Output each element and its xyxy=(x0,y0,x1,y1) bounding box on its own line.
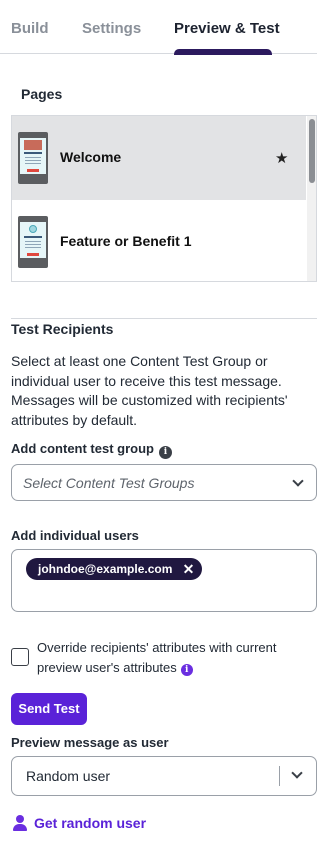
pages-scrollbar-thumb[interactable] xyxy=(309,119,315,183)
individual-users-label: Add individual users xyxy=(11,528,139,543)
close-icon[interactable]: ✕ xyxy=(183,558,195,580)
override-attributes-checkbox[interactable] xyxy=(11,648,29,666)
get-random-user-label: Get random user xyxy=(34,815,147,831)
user-chip-email: johndoe@example.com xyxy=(38,562,173,576)
test-recipients-heading: Test Recipients xyxy=(11,321,114,337)
override-attributes-label: Override recipients' attributes with cur… xyxy=(37,638,317,677)
content-group-label-text: Add content test group xyxy=(11,441,154,456)
info-icon[interactable]: i xyxy=(180,663,193,676)
pages-list: Welcome ★ Feature or Benefit 1 xyxy=(11,115,317,282)
preview-as-user-label: Preview message as user xyxy=(11,735,169,750)
chevron-down-icon xyxy=(292,475,304,487)
page-item-label: Welcome xyxy=(60,149,122,165)
preview-user-select[interactable]: Random user xyxy=(11,756,317,796)
select-separator xyxy=(279,766,280,786)
test-recipients-description: Select at least one Content Test Group o… xyxy=(11,353,288,428)
content-group-label: Add content test group i xyxy=(11,441,172,459)
tab-preview-test[interactable]: Preview & Test xyxy=(174,20,280,37)
send-test-button[interactable]: Send Test xyxy=(11,693,87,725)
tab-bar: Build Settings Preview & Test xyxy=(0,0,317,55)
override-attributes-text: Override recipients' attributes with cur… xyxy=(37,640,277,675)
star-icon[interactable]: ★ xyxy=(275,149,288,167)
page-thumbnail xyxy=(18,216,48,268)
pages-heading: Pages xyxy=(21,86,63,102)
page-thumbnail xyxy=(18,132,48,184)
user-chip: johndoe@example.com ✕ xyxy=(26,558,203,580)
page-item-welcome[interactable]: Welcome ★ xyxy=(12,116,306,200)
page-item-feature-benefit-1[interactable]: Feature or Benefit 1 xyxy=(12,200,306,281)
section-divider xyxy=(11,318,317,319)
active-tab-indicator xyxy=(174,49,272,55)
individual-users-input[interactable]: johndoe@example.com ✕ xyxy=(11,549,317,612)
info-icon[interactable]: i xyxy=(159,446,172,459)
tab-build[interactable]: Build xyxy=(11,20,49,37)
person-icon xyxy=(11,814,29,832)
page-item-label: Feature or Benefit 1 xyxy=(60,233,192,249)
chevron-down-icon xyxy=(291,767,303,779)
content-test-group-placeholder: Select Content Test Groups xyxy=(23,475,195,491)
preview-user-value: Random user xyxy=(26,768,111,784)
content-test-group-select[interactable]: Select Content Test Groups xyxy=(11,464,317,501)
tab-settings[interactable]: Settings xyxy=(82,20,141,37)
